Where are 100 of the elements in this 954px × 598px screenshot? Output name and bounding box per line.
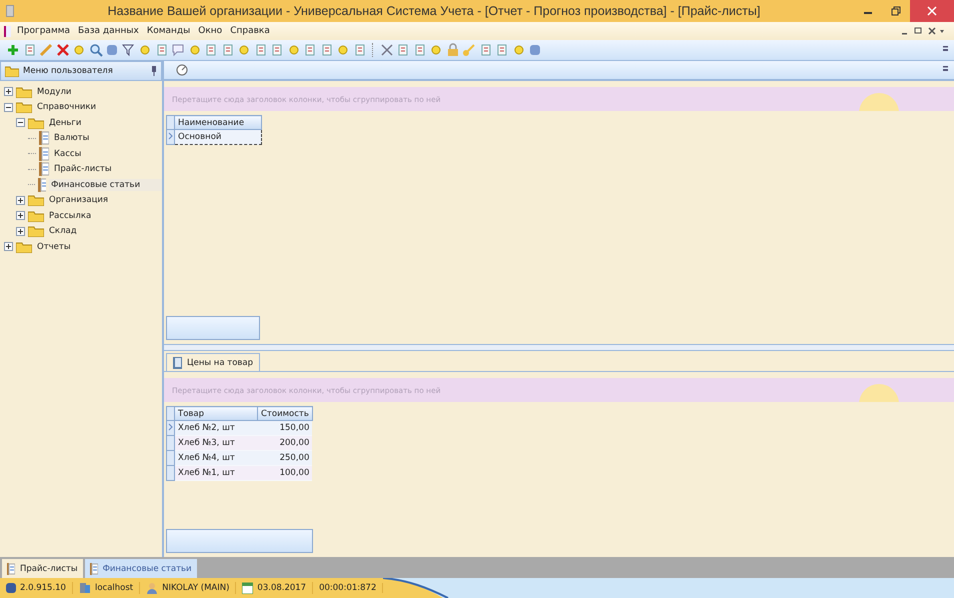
- search-icon[interactable]: [88, 43, 102, 57]
- document-icon[interactable]: [254, 43, 268, 57]
- window-title: Название Вашей организации - Универсальная Система Учета - [Отчет - Прогноз производства] - [Прайс-листы]: [106, 4, 762, 18]
- document-icon[interactable]: [320, 43, 334, 57]
- header-corner: [166, 406, 174, 420]
- document-icon: [39, 131, 49, 146]
- document-icon[interactable]: [478, 43, 492, 57]
- column-header[interactable]: Наименование: [174, 116, 262, 130]
- table-cell: Хлеб №3, шт: [174, 436, 258, 450]
- lock-icon[interactable]: [446, 43, 460, 57]
- menu-item[interactable]: Справка: [230, 26, 270, 36]
- server-text: localhost: [94, 583, 134, 593]
- collapse-icon[interactable]: [16, 118, 25, 128]
- tree-item[interactable]: Отчеты: [35, 240, 73, 253]
- dot-icon[interactable]: [336, 43, 350, 57]
- document-icon[interactable]: [352, 43, 366, 57]
- document-icon: [4, 26, 11, 36]
- column-header[interactable]: Товар: [174, 406, 258, 420]
- document-tab[interactable]: Финансовые статьи: [84, 559, 197, 578]
- dot-icon[interactable]: [72, 43, 86, 57]
- document-icon: [39, 146, 49, 161]
- mdi-controls-icon[interactable]: [900, 26, 944, 36]
- header-corner: [166, 116, 174, 130]
- document-icon[interactable]: [270, 43, 284, 57]
- folder-icon: [16, 240, 32, 253]
- clock-icon[interactable]: [176, 64, 188, 76]
- tab[interactable]: Цены на товар: [166, 353, 260, 371]
- tree-item[interactable]: Организация: [47, 194, 110, 206]
- speech-bubble-icon[interactable]: [171, 43, 185, 57]
- tree-item[interactable]: Рассылка: [47, 210, 94, 222]
- document-icon: [38, 178, 46, 192]
- pin-icon[interactable]: [151, 66, 157, 76]
- expand-icon[interactable]: [16, 226, 25, 236]
- pencil-icon[interactable]: [39, 43, 53, 57]
- close-button[interactable]: [910, 0, 954, 22]
- calendar-icon: [242, 582, 254, 594]
- user-text: NIKOLAY (MAIN): [162, 583, 230, 593]
- dot-icon[interactable]: [138, 43, 152, 57]
- menu-item[interactable]: Программа: [17, 26, 70, 36]
- document-icon[interactable]: [303, 43, 317, 57]
- document-tab[interactable]: Прайс-листы: [2, 559, 83, 578]
- expand-icon[interactable]: [4, 242, 13, 252]
- folder-icon: [16, 86, 32, 98]
- document-icon: [7, 562, 15, 574]
- expand-icon[interactable]: [16, 211, 25, 220]
- app-icon: [6, 5, 14, 17]
- folder-icon: [5, 65, 19, 77]
- tree-item[interactable]: Справочники: [35, 101, 98, 114]
- tree-item[interactable]: Валюты: [52, 132, 92, 144]
- document-icon[interactable]: [396, 43, 410, 57]
- table-cell: 100,00: [258, 466, 312, 480]
- timer-text: 00:00:01:872: [319, 583, 376, 593]
- row-indicator[interactable]: [166, 130, 174, 144]
- row-indicator[interactable]: [166, 466, 174, 480]
- table-cell: Основной: [174, 130, 262, 144]
- tree-item[interactable]: Склад: [47, 225, 79, 238]
- expand-icon[interactable]: [4, 87, 13, 96]
- menu-item[interactable]: База данных: [78, 26, 139, 36]
- tree-item[interactable]: Деньги: [47, 116, 84, 129]
- filter-icon[interactable]: [122, 43, 136, 57]
- menu-item[interactable]: Команды: [146, 26, 190, 36]
- document-icon[interactable]: [412, 43, 426, 57]
- document-icon: [39, 162, 49, 176]
- folder-icon: [16, 101, 32, 114]
- document-icon[interactable]: [495, 43, 509, 57]
- table-cell: 250,00: [258, 450, 312, 466]
- tree-item[interactable]: Финансовые статьи: [49, 178, 162, 191]
- expand-icon[interactable]: [16, 196, 25, 205]
- panel-title: Меню пользователя: [23, 66, 113, 76]
- table-cell: Хлеб №2, шт: [174, 420, 258, 436]
- document-icon[interactable]: [220, 43, 234, 57]
- column-header[interactable]: Стоимость: [258, 406, 312, 420]
- menu-item[interactable]: Окно: [198, 26, 222, 36]
- row-indicator[interactable]: [166, 436, 174, 450]
- dot-icon[interactable]: [237, 43, 251, 57]
- document-icon[interactable]: [204, 43, 218, 57]
- dot-icon[interactable]: [512, 43, 526, 57]
- delete-icon[interactable]: [56, 43, 70, 57]
- dot-icon[interactable]: [188, 43, 202, 57]
- row-indicator[interactable]: [166, 450, 174, 466]
- collapse-icon[interactable]: [4, 102, 13, 112]
- dot-icon[interactable]: [286, 43, 300, 57]
- table-cell: 150,00: [258, 420, 312, 436]
- document-icon: [90, 562, 98, 574]
- add-icon[interactable]: [6, 43, 20, 57]
- version-text: 2.0.915.10: [20, 583, 66, 593]
- date-text: 03.08.2017: [257, 583, 306, 593]
- server-icon: [78, 582, 91, 594]
- book-icon: [173, 356, 182, 368]
- table-cell: Хлеб №4, шт: [174, 450, 258, 466]
- table-cell: 200,00: [258, 436, 312, 450]
- document-icon[interactable]: [154, 43, 168, 57]
- tree-item[interactable]: Кассы: [52, 148, 84, 160]
- tree-item[interactable]: Модули: [35, 86, 74, 98]
- row-indicator[interactable]: [166, 420, 174, 436]
- folder-icon: [28, 194, 44, 206]
- dot-icon[interactable]: [429, 43, 443, 57]
- user-icon: [146, 582, 158, 594]
- tree-item[interactable]: Прайс-листы: [52, 163, 114, 176]
- restore-icon: [891, 6, 901, 16]
